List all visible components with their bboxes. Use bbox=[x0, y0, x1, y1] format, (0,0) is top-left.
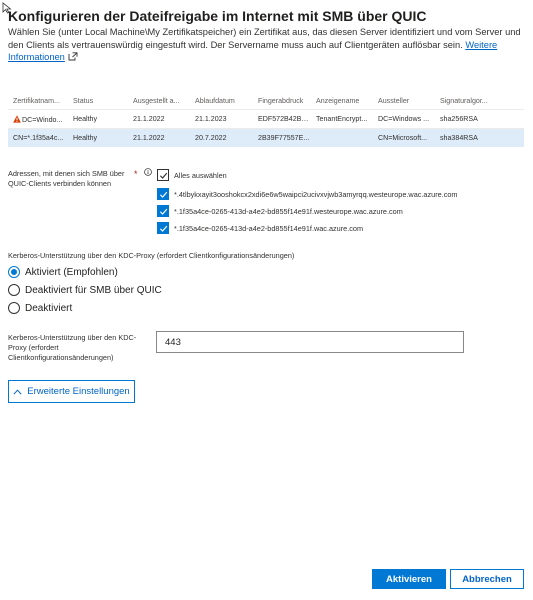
cell-expires: 21.1.2023 bbox=[190, 109, 253, 129]
address-label: *.1f35a4ce-0265-413d-a4e2-bd855f14e91f.w… bbox=[174, 206, 403, 216]
cell-display-name: TenantEncrypt... bbox=[311, 109, 373, 129]
table-header-row: Zertifikatnam... Status Ausgestellt a...… bbox=[8, 93, 524, 110]
required-mark: * bbox=[134, 169, 138, 179]
checkbox-box bbox=[157, 169, 169, 181]
cell-algorithm: sha256RSA bbox=[435, 109, 498, 129]
cell-algorithm: sha384RSA bbox=[435, 128, 498, 147]
address-label: *.1f35a4ce-0265-413d-a4e2-bd855f14e91f.w… bbox=[174, 223, 364, 233]
page-title: Konfigurieren der Dateifreigabe im Inter… bbox=[8, 8, 427, 24]
cell-issued: 21.1.2022 bbox=[128, 109, 190, 129]
activate-button[interactable]: Aktivieren bbox=[372, 569, 446, 589]
checkmark-icon bbox=[159, 172, 167, 179]
column-header-expires[interactable]: Ablaufdatum bbox=[190, 93, 253, 110]
advanced-settings-label: Erweiterte Einstellungen bbox=[27, 386, 130, 397]
column-header-issued[interactable]: Ausgestellt a... bbox=[128, 93, 190, 110]
checkbox-box bbox=[157, 222, 169, 234]
kerberos-option-enabled[interactable]: Aktiviert (Empfohlen) bbox=[8, 266, 118, 278]
table-row-selected[interactable]: CN=*.1f35a4c... Healthy 21.1.2022 20.7.2… bbox=[8, 128, 524, 147]
description-text: Wählen Sie (unter Local Machine\My Zerti… bbox=[8, 26, 528, 64]
addresses-label: Adressen, mit denen sich SMB über QUIC-C… bbox=[8, 169, 125, 188]
external-link-icon bbox=[68, 52, 78, 61]
radio-label: Deaktiviert bbox=[25, 302, 73, 314]
cell-issuer: CN=Microsoft... bbox=[373, 128, 435, 147]
checkmark-icon bbox=[159, 191, 167, 198]
advanced-settings-button[interactable]: Erweiterte Einstellungen bbox=[8, 380, 135, 403]
column-header-name[interactable]: Zertifikatnam... bbox=[8, 93, 68, 110]
cell-status: Healthy bbox=[68, 128, 128, 147]
radio-button bbox=[8, 284, 20, 296]
cell-issuer: DC=Windows ... bbox=[373, 109, 435, 129]
cell-name: DC=Windo... bbox=[8, 109, 68, 129]
description-body: Wählen Sie (unter Local Machine\My Zerti… bbox=[8, 27, 521, 50]
checkbox-box bbox=[157, 188, 169, 200]
cell-expires: 20.7.2022 bbox=[190, 128, 253, 147]
radio-label: Deaktiviert für SMB über QUIC bbox=[25, 284, 162, 296]
address-checkbox[interactable]: *.1f35a4ce-0265-413d-a4e2-bd855f14e91f.w… bbox=[157, 205, 403, 217]
column-header-algorithm[interactable]: Signaturalgor... bbox=[435, 93, 498, 110]
kdc-port-label: Kerberos-Unterstützung über den KDC-Prox… bbox=[8, 333, 137, 362]
cell-display-name bbox=[311, 128, 373, 147]
cell-thumbprint: EDF572B42B9... bbox=[253, 109, 311, 129]
select-all-checkbox[interactable]: Alles auswählen bbox=[157, 169, 227, 181]
address-label: *.4tlbykxayit3ooshokcx2xdi6e6w5waipci2uc… bbox=[174, 189, 458, 199]
cell-issued: 21.1.2022 bbox=[128, 128, 190, 147]
chevron-up-icon bbox=[13, 388, 22, 395]
checkmark-icon bbox=[159, 208, 167, 215]
table-row[interactable]: DC=Windo... Healthy 21.1.2022 21.1.2023 … bbox=[8, 109, 524, 129]
radio-label: Aktiviert (Empfohlen) bbox=[25, 266, 118, 278]
checkmark-icon bbox=[159, 225, 167, 232]
radio-button bbox=[8, 266, 20, 278]
select-all-label: Alles auswählen bbox=[174, 170, 227, 180]
kdc-port-input[interactable] bbox=[156, 331, 464, 353]
cell-status: Healthy bbox=[68, 109, 128, 129]
cancel-button[interactable]: Abbrechen bbox=[450, 569, 524, 589]
column-header-thumbprint[interactable]: Fingerabdruck bbox=[253, 93, 311, 110]
kerberos-option-disabled-quic[interactable]: Deaktiviert für SMB über QUIC bbox=[8, 284, 162, 296]
cell-name: CN=*.1f35a4c... bbox=[8, 128, 68, 147]
column-header-display-name[interactable]: Anzeigename bbox=[311, 93, 373, 110]
certificate-table: Zertifikatnam... Status Ausgestellt a...… bbox=[8, 93, 524, 147]
radio-button bbox=[8, 302, 20, 314]
info-icon[interactable] bbox=[144, 168, 152, 176]
warning-icon bbox=[13, 114, 21, 123]
cell-thumbprint: 2B39F77557E... bbox=[253, 128, 311, 147]
kerberos-label: Kerberos-Unterstützung über den KDC-Prox… bbox=[8, 251, 295, 260]
column-header-status[interactable]: Status bbox=[68, 93, 128, 110]
address-checkbox[interactable]: *.4tlbykxayit3ooshokcx2xdi6e6w5waipci2uc… bbox=[157, 188, 458, 200]
address-checkbox[interactable]: *.1f35a4ce-0265-413d-a4e2-bd855f14e91f.w… bbox=[157, 222, 363, 234]
checkbox-box bbox=[157, 205, 169, 217]
kerberos-option-disabled[interactable]: Deaktiviert bbox=[8, 302, 72, 314]
column-header-issuer[interactable]: Aussteller bbox=[373, 93, 435, 110]
